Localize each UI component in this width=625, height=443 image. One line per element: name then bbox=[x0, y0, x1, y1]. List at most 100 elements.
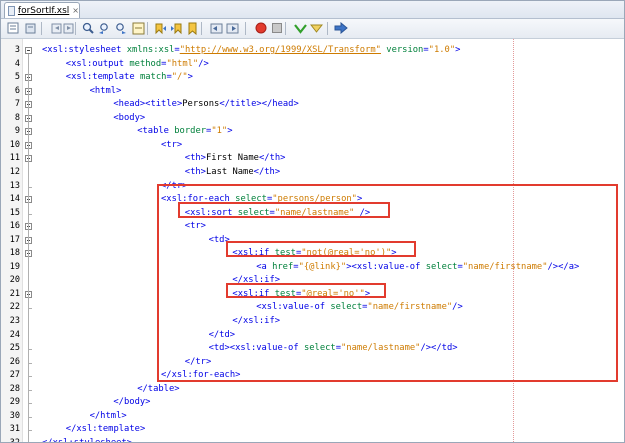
line-number: 8 bbox=[14, 112, 20, 123]
history-icon[interactable] bbox=[23, 21, 38, 35]
line-number: 5 bbox=[14, 72, 20, 83]
line-number: 28 bbox=[9, 383, 20, 394]
code-line[interactable]: 12 <th>Last Name</th> bbox=[1, 166, 624, 179]
code-line[interactable]: 30 </html> bbox=[1, 410, 624, 423]
code-line[interactable]: 6 <html> bbox=[1, 85, 624, 98]
code-token: xsl:output bbox=[71, 58, 130, 69]
code-token: Persons bbox=[182, 99, 220, 110]
close-tab-icon[interactable]: × bbox=[72, 6, 79, 15]
line-number: 13 bbox=[9, 180, 20, 191]
shift-left-icon[interactable] bbox=[209, 21, 224, 35]
run-icon[interactable] bbox=[333, 21, 348, 35]
code-line[interactable]: 7 <head><title>Persons</title></head> bbox=[1, 98, 624, 111]
code-token: > bbox=[227, 126, 233, 137]
line-number: 27 bbox=[9, 370, 20, 381]
line-number: 19 bbox=[9, 261, 20, 272]
code-token: "http://www.w3.org/1999/XSL/Transform" bbox=[179, 45, 381, 55]
code-line[interactable]: 28 </table> bbox=[1, 383, 624, 396]
code-line[interactable]: 8 <body> bbox=[1, 112, 624, 125]
code-token: xmlns:xsl bbox=[126, 45, 175, 55]
code-line[interactable]: 3 <xsl:stylesheet xmlns:xsl="http://www.w… bbox=[1, 44, 624, 57]
tab-label: forSortIf.xsl bbox=[17, 5, 70, 16]
code-editor[interactable]: 3 <xsl:stylesheet xmlns:xsl="http://www.w… bbox=[1, 39, 624, 442]
code-text: <xsl:output method="html"/> bbox=[66, 58, 209, 71]
code-token: border bbox=[174, 126, 207, 137]
tab-forsortif-xsl[interactable]: forSortIf.xsl × bbox=[4, 2, 80, 18]
code-token: /> bbox=[198, 58, 209, 69]
find-next-icon[interactable] bbox=[113, 21, 128, 35]
code-text: <th>Last Name</th> bbox=[185, 166, 280, 179]
prev-bookmark-icon[interactable] bbox=[153, 21, 168, 35]
line-number: 20 bbox=[9, 275, 20, 286]
code-line[interactable]: 10 <tr> bbox=[1, 139, 624, 152]
code-token: xsl:template bbox=[76, 424, 140, 435]
code-line[interactable]: 11 <th>First Name</th> bbox=[1, 152, 624, 165]
toolbar-separator bbox=[245, 22, 246, 35]
line-number: 7 bbox=[14, 99, 20, 110]
code-token: > bbox=[455, 45, 461, 55]
comment-icon[interactable] bbox=[293, 21, 308, 35]
find-icon[interactable] bbox=[81, 21, 96, 35]
toolbar-separator bbox=[285, 22, 286, 35]
code-token: "/" bbox=[171, 72, 188, 83]
code-token: </ bbox=[65, 424, 77, 435]
code-token: xsl:template bbox=[71, 72, 140, 83]
next-bookmark-icon[interactable] bbox=[169, 21, 184, 35]
stop-macro-icon[interactable] bbox=[269, 21, 284, 35]
code-line[interactable]: 31 </xsl:template> bbox=[1, 423, 624, 436]
code-token: </html> bbox=[89, 410, 127, 421]
source-view-icon[interactable] bbox=[5, 21, 20, 35]
code-text: </html> bbox=[90, 410, 127, 423]
line-number: 18 bbox=[9, 248, 20, 259]
code-token: </ bbox=[42, 437, 53, 443]
line-number: 11 bbox=[9, 153, 20, 164]
uncomment-icon[interactable] bbox=[309, 21, 324, 35]
line-number: 12 bbox=[9, 166, 20, 177]
code-token: > bbox=[126, 437, 133, 443]
sort-highlight-box bbox=[178, 202, 390, 218]
code-token: > bbox=[139, 424, 146, 435]
line-number: 10 bbox=[9, 139, 20, 150]
line-number: 26 bbox=[9, 356, 20, 367]
code-text: </xsl:template> bbox=[66, 423, 145, 436]
code-token: xsl:stylesheet bbox=[47, 45, 127, 55]
forward-icon[interactable] bbox=[61, 21, 76, 35]
code-line[interactable]: 9 <table border="1"> bbox=[1, 125, 624, 138]
toolbar-separator bbox=[201, 22, 202, 35]
code-text: <tr> bbox=[161, 139, 182, 152]
code-token: <th> bbox=[184, 166, 206, 177]
code-line[interactable]: 32 </xsl:stylesheet> bbox=[1, 437, 624, 443]
code-text: </body> bbox=[113, 396, 150, 409]
xsl-file-icon bbox=[8, 5, 15, 16]
toolbar-separator bbox=[147, 22, 148, 35]
code-line[interactable]: 29 </body> bbox=[1, 396, 624, 409]
code-token: <tr> bbox=[161, 139, 183, 150]
code-line[interactable]: 4 <xsl:output method="html"/> bbox=[1, 58, 624, 71]
line-number: 17 bbox=[9, 234, 20, 245]
editor-tab-bar: forSortIf.xsl × bbox=[1, 1, 624, 19]
line-number: 4 bbox=[14, 58, 20, 69]
code-text: <html> bbox=[90, 85, 122, 98]
find-prev-icon[interactable] bbox=[97, 21, 112, 35]
line-number: 29 bbox=[9, 397, 20, 408]
code-token: version bbox=[386, 45, 424, 55]
line-number: 22 bbox=[9, 302, 20, 313]
if-real-highlight-box bbox=[226, 283, 386, 298]
code-token: "1.0" bbox=[428, 45, 456, 55]
toggle-bookmark-icon[interactable] bbox=[185, 21, 200, 35]
line-number: 6 bbox=[14, 85, 20, 96]
code-text: <body> bbox=[113, 112, 145, 125]
code-text: <xsl:template match="/"> bbox=[66, 71, 193, 84]
toolbar-separator bbox=[75, 22, 76, 35]
toggle-highlight-icon[interactable] bbox=[131, 21, 146, 35]
code-token: </body> bbox=[113, 397, 151, 408]
code-token: > bbox=[187, 72, 193, 83]
shift-right-icon[interactable] bbox=[225, 21, 240, 35]
if-not-highlight-box bbox=[226, 241, 416, 257]
toolbar-separator bbox=[41, 22, 42, 35]
record-macro-icon[interactable] bbox=[253, 21, 268, 35]
code-token: </table> bbox=[137, 383, 180, 394]
code-token: First Name bbox=[205, 153, 259, 164]
code-line[interactable]: 5 <xsl:template match="/"> bbox=[1, 71, 624, 84]
code-text: <xsl:stylesheet xmlns:xsl="http://www.w3… bbox=[42, 44, 460, 57]
